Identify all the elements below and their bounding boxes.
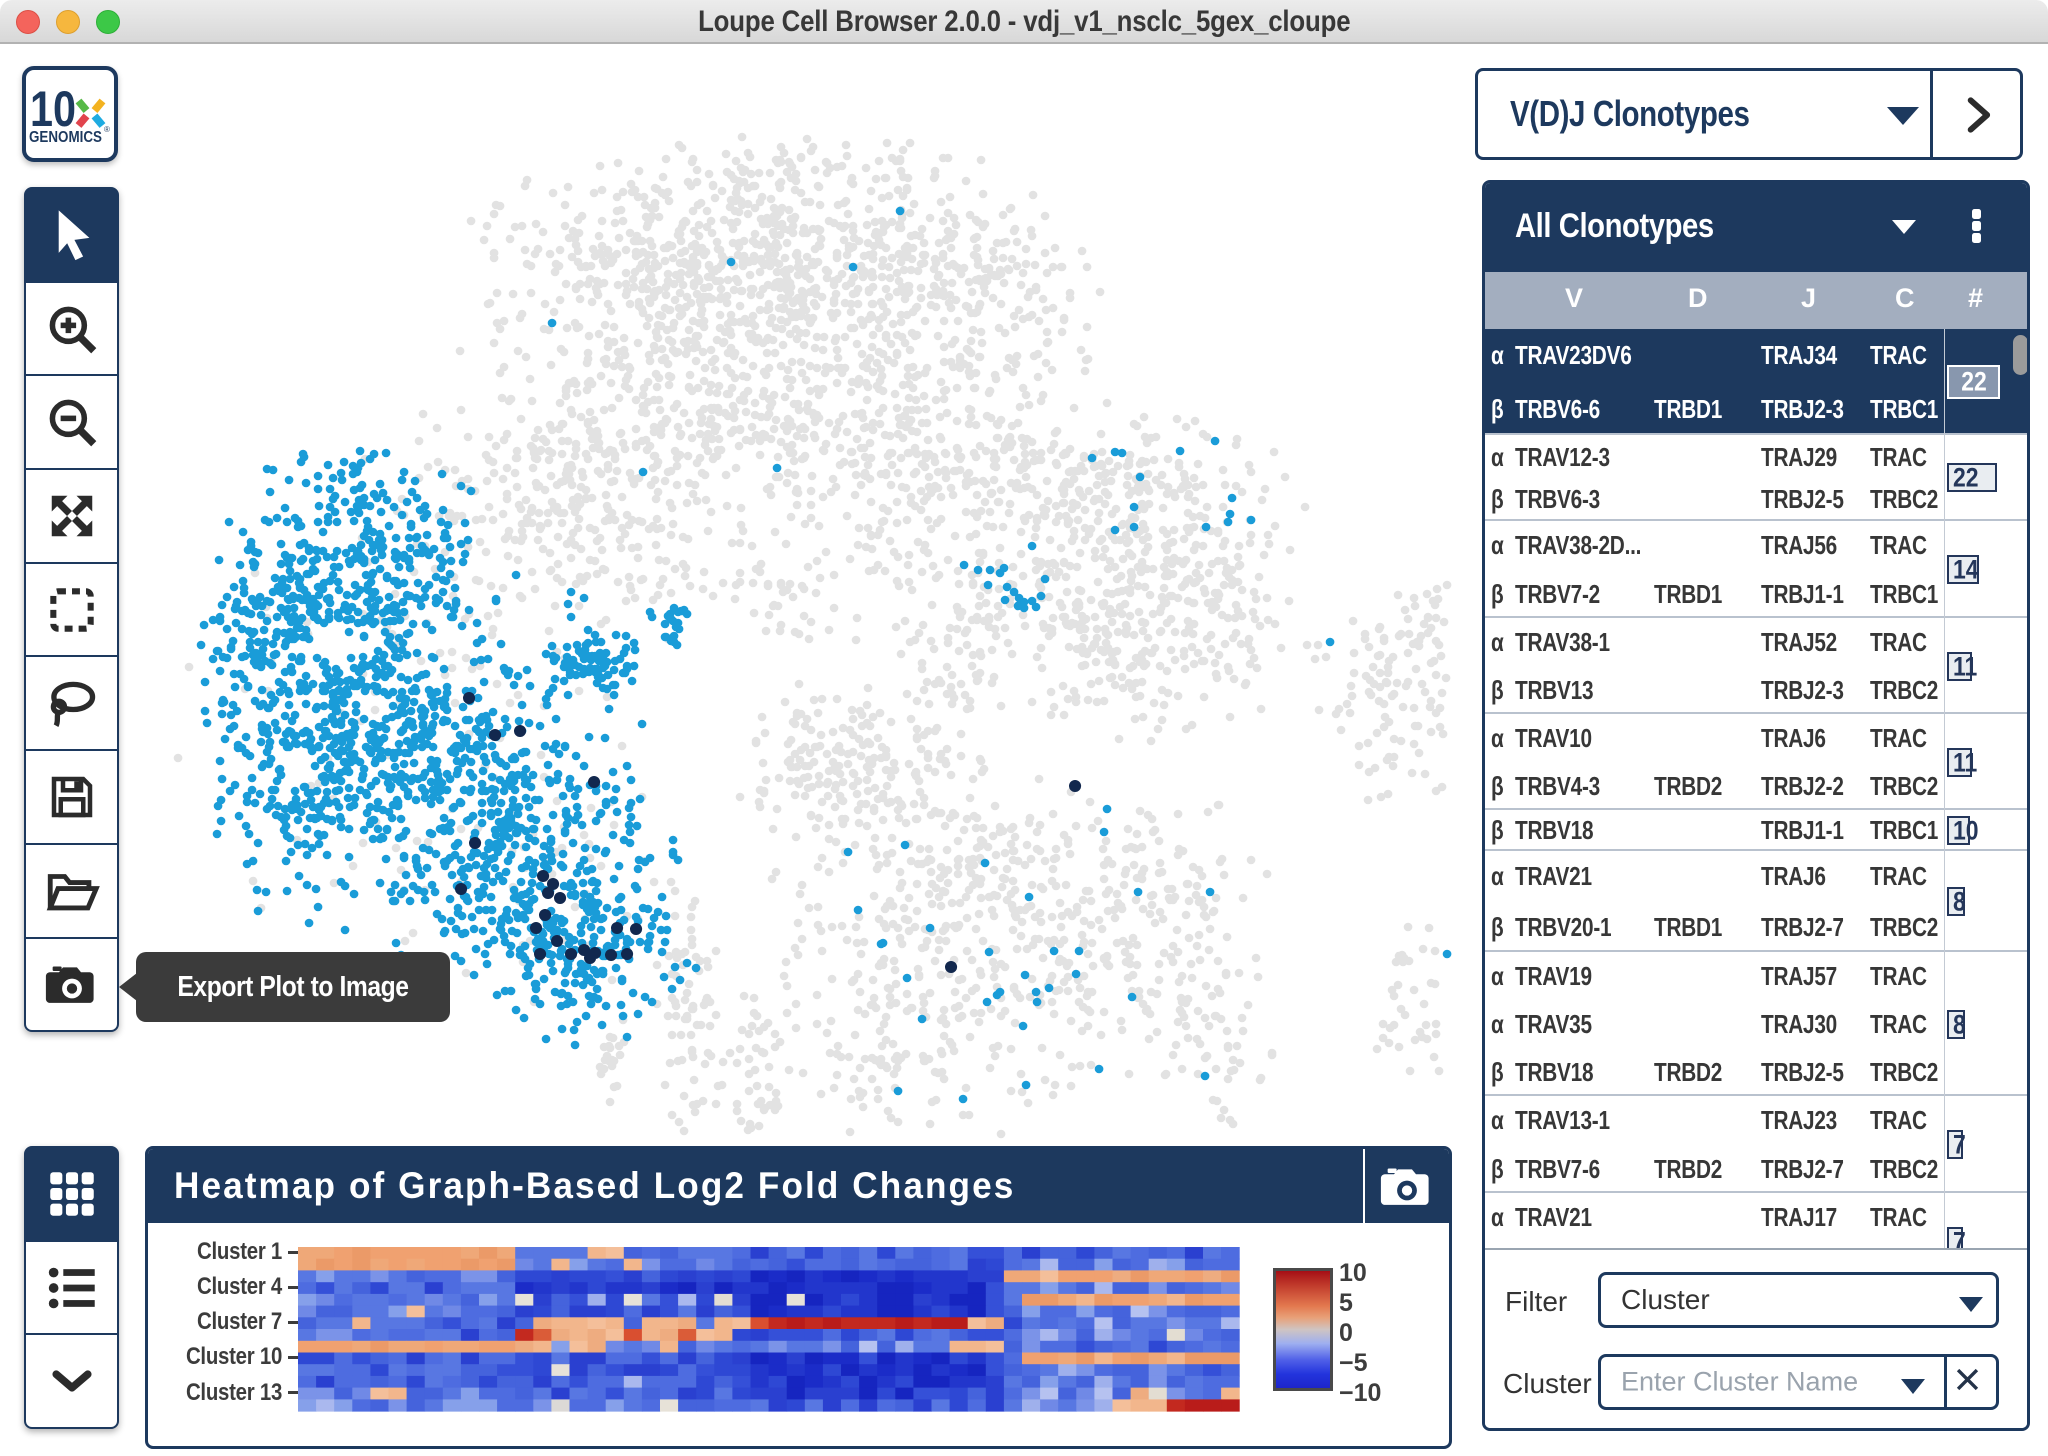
svg-text:GENOMICS: GENOMICS [29, 129, 102, 146]
svg-text:®: ® [104, 125, 110, 134]
